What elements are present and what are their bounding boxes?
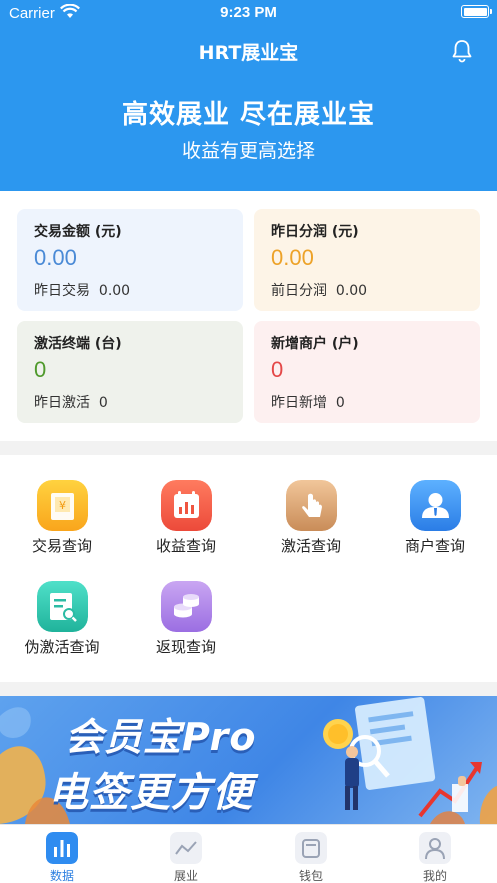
stat-sub: 昨日激活 0 — [34, 392, 108, 412]
tab-wallet[interactable]: 钱包 — [249, 825, 373, 883]
wallet-icon — [295, 832, 327, 864]
svg-text:¥: ¥ — [59, 499, 66, 512]
stat-card-transaction-amount[interactable]: 交易金额 (元) 0.00 昨日交易 0.00 — [17, 209, 243, 311]
stat-sub-value: 0.00 — [335, 283, 368, 299]
data-chart-icon — [46, 832, 78, 864]
battery-icon — [461, 5, 492, 18]
clock: 9:23 PM — [220, 4, 277, 21]
stat-sub-value: 0 — [335, 395, 345, 411]
stat-card-activated-terminals[interactable]: 激活终端 (台) 0 昨日激活 0 — [17, 321, 243, 423]
stat-sub-label: 昨日新增 — [271, 395, 327, 411]
menu-grid: ¥ 交易查询 收益查询 激活查询 商户查询 伪激活查询 返现查询 — [0, 455, 497, 682]
stat-sub-label: 昨日激活 — [34, 395, 90, 411]
page-title: HRT展业宝 — [198, 42, 299, 64]
hero-title: 高效展业 尽在展业宝 — [121, 100, 376, 130]
menu-label: 收益查询 — [155, 537, 216, 555]
cashback-query-icon — [161, 581, 212, 632]
tab-label: 数据 — [49, 869, 74, 883]
menu-item-transaction-query[interactable]: ¥ 交易查询 — [0, 455, 124, 555]
tab-data[interactable]: 数据 — [0, 825, 124, 883]
tab-bar: 数据 展业 钱包 我的 — [0, 824, 497, 883]
tab-label: 钱包 — [298, 869, 323, 883]
banner-title: 会员宝Pro — [65, 715, 257, 759]
menu-item-fake-activation-query[interactable]: 伪激活查询 — [0, 556, 124, 656]
stat-label: 新增商户 (户) — [271, 336, 359, 352]
promo-banner[interactable]: 会员宝Pro 电签更方便 — [0, 696, 497, 824]
hero-subtitle: 收益有更高选择 — [181, 140, 315, 162]
stats-section: 交易金额 (元) 0.00 昨日交易 0.00 昨日分润 (元) 0.00 前日… — [0, 191, 497, 441]
stat-value: 0 — [34, 357, 47, 382]
stat-sub: 昨日新增 0 — [271, 392, 345, 412]
header: Carrier 9:23 PM HRT展业宝 高效展业 尽在展业宝 收益有更高选… — [0, 0, 497, 191]
tab-expand[interactable]: 展业 — [124, 825, 248, 883]
stat-label: 交易金额 (元) — [34, 224, 122, 240]
tab-label: 展业 — [173, 869, 198, 883]
stat-sub-label: 前日分润 — [271, 283, 327, 299]
menu-item-activation-query[interactable]: 激活查询 — [249, 455, 373, 555]
stat-card-new-merchants[interactable]: 新增商户 (户) 0 昨日新增 0 — [254, 321, 480, 423]
stat-value: 0.00 — [34, 245, 77, 270]
status-bar: Carrier 9:23 PM — [0, 0, 497, 26]
stat-label: 激活终端 (台) — [34, 336, 122, 352]
menu-label: 返现查询 — [155, 638, 216, 656]
tab-mine[interactable]: 我的 — [373, 825, 497, 883]
fake-activation-query-icon — [37, 581, 88, 632]
stat-sub-value: 0 — [98, 395, 108, 411]
stat-value: 0 — [271, 357, 284, 382]
bell-icon[interactable] — [451, 39, 473, 63]
profile-icon — [419, 832, 451, 864]
menu-label: 激活查询 — [280, 537, 341, 555]
menu-item-income-query[interactable]: 收益查询 — [124, 455, 248, 555]
menu-item-cashback-query[interactable]: 返现查询 — [124, 556, 248, 656]
stat-card-yesterday-profit[interactable]: 昨日分润 (元) 0.00 前日分润 0.00 — [254, 209, 480, 311]
banner-subtitle: 电签更方便 — [48, 770, 253, 816]
transaction-query-icon: ¥ — [37, 480, 88, 531]
menu-item-merchant-query[interactable]: 商户查询 — [373, 455, 497, 555]
income-query-icon — [161, 480, 212, 531]
stat-sub-value: 0.00 — [98, 283, 131, 299]
trend-line-icon — [170, 832, 202, 864]
stat-sub: 昨日交易 0.00 — [34, 280, 130, 300]
menu-label: 交易查询 — [31, 537, 92, 555]
menu-label: 伪激活查询 — [24, 638, 100, 656]
stat-label: 昨日分润 (元) — [271, 224, 359, 240]
stat-sub-label: 昨日交易 — [34, 283, 90, 299]
menu-label: 商户查询 — [404, 537, 465, 555]
tab-label: 我的 — [422, 869, 447, 883]
activation-query-icon — [286, 480, 337, 531]
merchant-query-icon — [410, 480, 461, 531]
stat-value: 0.00 — [271, 245, 314, 270]
stat-sub: 前日分润 0.00 — [271, 280, 367, 300]
